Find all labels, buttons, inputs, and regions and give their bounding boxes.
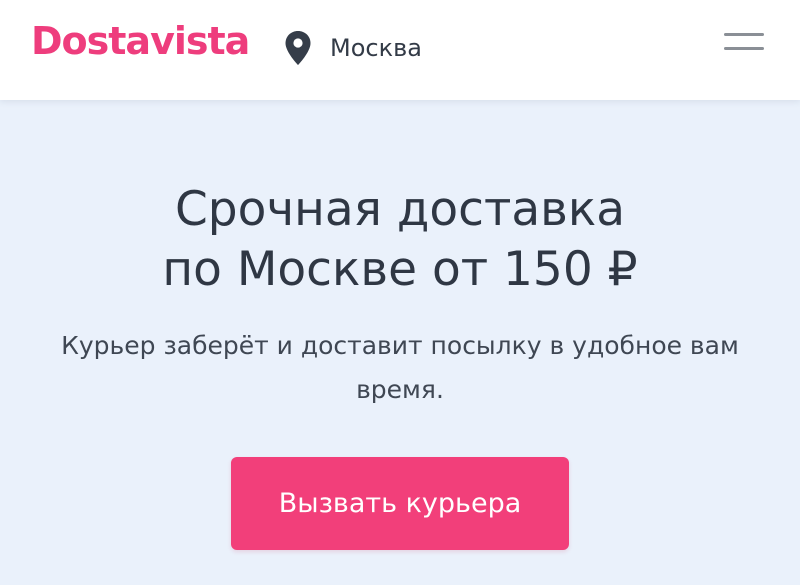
- logo[interactable]: Dostavista: [31, 18, 250, 64]
- hero-headline: Срочная доставка по Москве от 150 ₽: [0, 180, 800, 300]
- hero-subtitle: Курьер заберёт и доставит посылку в удоб…: [61, 331, 739, 404]
- hamburger-menu-icon: [724, 33, 764, 36]
- menu-button[interactable]: [724, 33, 764, 55]
- headline-line-2: по Москве от 150 ₽: [162, 242, 638, 297]
- site-header: Dostavista Москва: [0, 0, 800, 100]
- call-courier-button[interactable]: Вызвать курьера: [231, 457, 569, 550]
- city-label: Москва: [330, 34, 422, 62]
- city-selector[interactable]: Москва: [284, 28, 422, 68]
- map-pin-icon: [285, 31, 311, 65]
- headline-line-1: Срочная доставка: [174, 182, 626, 237]
